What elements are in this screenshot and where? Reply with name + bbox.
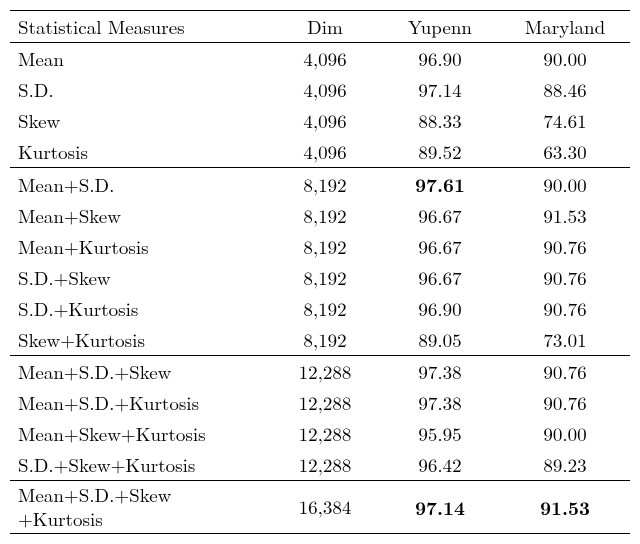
table-row: Mean+S.D.+Skew12,28897.3890.76 xyxy=(10,356,630,388)
col-header-measures: Statistical Measures xyxy=(10,11,270,43)
yupenn-value: 88.33 xyxy=(380,105,500,136)
dim-value: 8,192 xyxy=(270,168,380,201)
yupenn-value: 97.14 xyxy=(380,481,500,534)
maryland-value: 91.53 xyxy=(500,481,630,534)
yupenn-value: 89.05 xyxy=(380,324,500,356)
dim-value: 8,192 xyxy=(270,293,380,324)
yupenn-value: 97.38 xyxy=(380,387,500,418)
table-row: S.D.+Skew8,19296.6790.76 xyxy=(10,262,630,293)
measure-label: S.D.+Skew xyxy=(10,262,270,293)
table-row: Mean+S.D.8,19297.6190.00 xyxy=(10,168,630,201)
yupenn-value: 96.42 xyxy=(380,449,500,481)
yupenn-value: 96.67 xyxy=(380,200,500,231)
maryland-value: 90.76 xyxy=(500,356,630,388)
table-row: Mean+Skew8,19296.6791.53 xyxy=(10,200,630,231)
measure-label: Mean+S.D.+Skew+Kurtosis xyxy=(10,481,270,534)
measure-label: S.D.+Kurtosis xyxy=(10,293,270,324)
dim-value: 8,192 xyxy=(270,324,380,356)
measure-label: Mean+S.D. xyxy=(10,168,270,201)
dim-value: 12,288 xyxy=(270,356,380,388)
table-row: Mean+S.D.+Skew+Kurtosis16,38497.1491.53 xyxy=(10,481,630,534)
yupenn-value: 97.14 xyxy=(380,74,500,105)
measure-label: Mean+Skew xyxy=(10,200,270,231)
dim-value: 8,192 xyxy=(270,262,380,293)
maryland-value: 74.61 xyxy=(500,105,630,136)
table-row: Skew+Kurtosis8,19289.0573.01 xyxy=(10,324,630,356)
dim-value: 16,384 xyxy=(270,481,380,534)
table-row: S.D.+Kurtosis8,19296.9090.76 xyxy=(10,293,630,324)
yupenn-value: 96.90 xyxy=(380,43,500,75)
table-header-row: Statistical Measures Dim Yupenn Maryland xyxy=(10,11,630,43)
maryland-value: 73.01 xyxy=(500,324,630,356)
maryland-value: 90.00 xyxy=(500,418,630,449)
measure-label: Kurtosis xyxy=(10,136,270,168)
table-row: Mean+S.D.+Kurtosis12,28897.3890.76 xyxy=(10,387,630,418)
measure-label: S.D. xyxy=(10,74,270,105)
col-header-yupenn: Yupenn xyxy=(380,11,500,43)
measure-label: Skew+Kurtosis xyxy=(10,324,270,356)
table-row: Mean4,09696.9090.00 xyxy=(10,43,630,75)
maryland-value: 90.76 xyxy=(500,231,630,262)
maryland-value: 91.53 xyxy=(500,200,630,231)
table-row: Mean+Kurtosis8,19296.6790.76 xyxy=(10,231,630,262)
dim-value: 12,288 xyxy=(270,418,380,449)
table-row: Skew4,09688.3374.61 xyxy=(10,105,630,136)
maryland-value: 63.30 xyxy=(500,136,630,168)
dim-value: 4,096 xyxy=(270,105,380,136)
maryland-value: 90.00 xyxy=(500,168,630,201)
yupenn-value: 96.90 xyxy=(380,293,500,324)
yupenn-value: 96.67 xyxy=(380,231,500,262)
measure-label: Mean+Kurtosis xyxy=(10,231,270,262)
maryland-value: 90.76 xyxy=(500,387,630,418)
table-row: S.D.+Skew+Kurtosis12,28896.4289.23 xyxy=(10,449,630,481)
dim-value: 8,192 xyxy=(270,200,380,231)
col-header-maryland: Maryland xyxy=(500,11,630,43)
maryland-value: 88.46 xyxy=(500,74,630,105)
dim-value: 4,096 xyxy=(270,74,380,105)
dim-value: 12,288 xyxy=(270,387,380,418)
maryland-value: 89.23 xyxy=(500,449,630,481)
yupenn-value: 97.38 xyxy=(380,356,500,388)
table-row: S.D.4,09697.1488.46 xyxy=(10,74,630,105)
dim-value: 4,096 xyxy=(270,43,380,75)
dim-value: 4,096 xyxy=(270,136,380,168)
measure-label: Skew xyxy=(10,105,270,136)
measure-label: S.D.+Skew+Kurtosis xyxy=(10,449,270,481)
maryland-value: 90.76 xyxy=(500,293,630,324)
measure-label: Mean xyxy=(10,43,270,75)
results-table: Statistical Measures Dim Yupenn Maryland… xyxy=(10,10,630,534)
dim-value: 8,192 xyxy=(270,231,380,262)
yupenn-value: 96.67 xyxy=(380,262,500,293)
measure-label: Mean+S.D.+Kurtosis xyxy=(10,387,270,418)
maryland-value: 90.76 xyxy=(500,262,630,293)
measure-label: Mean+S.D.+Skew xyxy=(10,356,270,388)
dim-value: 12,288 xyxy=(270,449,380,481)
yupenn-value: 97.61 xyxy=(380,168,500,201)
yupenn-value: 89.52 xyxy=(380,136,500,168)
col-header-dim: Dim xyxy=(270,11,380,43)
table-row: Mean+Skew+Kurtosis12,28895.9590.00 xyxy=(10,418,630,449)
table-row: Kurtosis4,09689.5263.30 xyxy=(10,136,630,168)
maryland-value: 90.00 xyxy=(500,43,630,75)
measure-label: Mean+Skew+Kurtosis xyxy=(10,418,270,449)
yupenn-value: 95.95 xyxy=(380,418,500,449)
